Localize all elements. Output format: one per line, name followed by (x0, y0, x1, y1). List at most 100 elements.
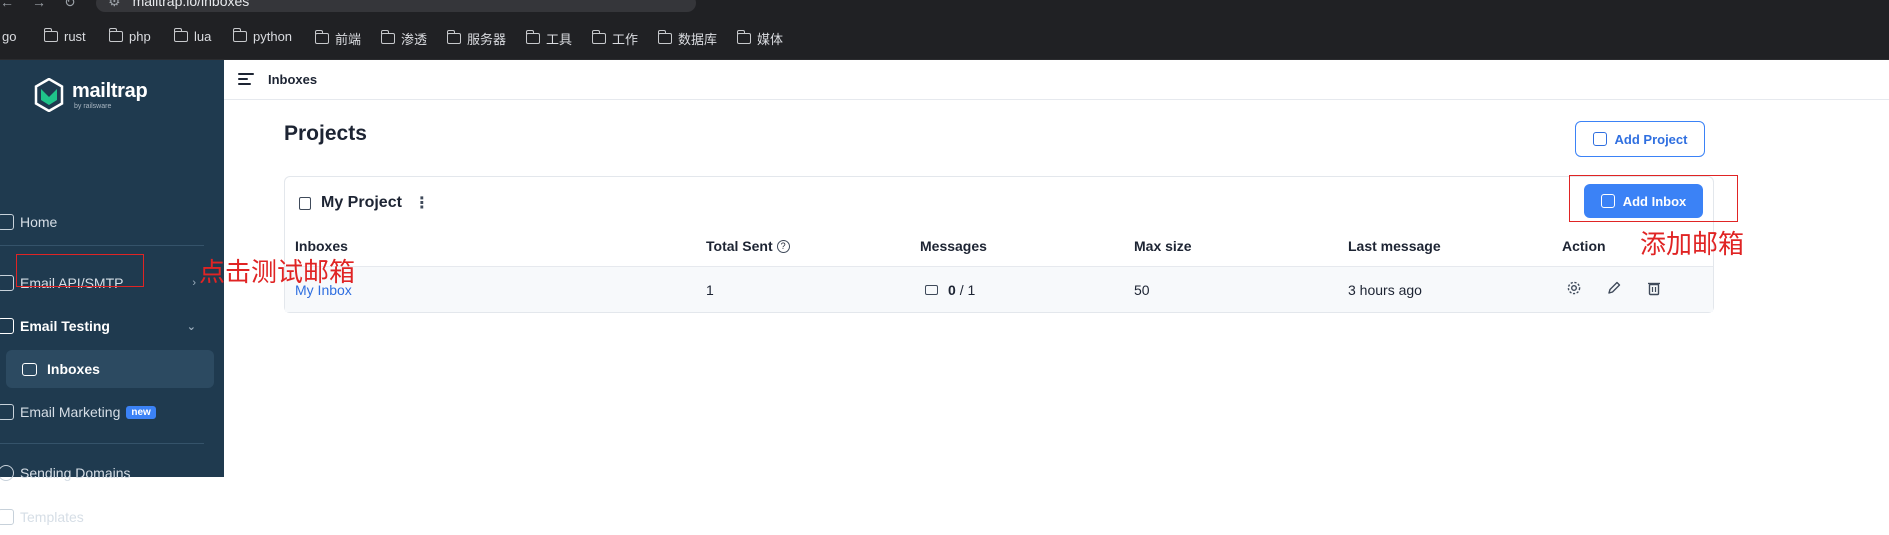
sidebar-item-label: Email Marketing (20, 404, 121, 420)
top-header: Inboxes (224, 60, 1889, 100)
send-icon (0, 275, 14, 291)
project-name: My Project (321, 194, 402, 211)
reload-icon[interactable]: ↻ (64, 0, 76, 11)
edit-pencil-icon[interactable] (1606, 280, 1622, 296)
settings-gear-icon[interactable] (1566, 280, 1582, 296)
bookmark-label: php (129, 29, 151, 44)
inbox-icon (22, 362, 37, 376)
more-options-icon[interactable]: ⋮ (414, 193, 430, 213)
bookmark-label: 数据库 (678, 32, 718, 47)
messages-unread: 0 (948, 282, 956, 298)
folder-icon (43, 28, 58, 42)
new-badge: new (126, 405, 156, 419)
sidebar-item-email-marketing[interactable]: Email Marketing new (0, 394, 214, 430)
table-row (285, 266, 1713, 312)
folder-icon (380, 30, 395, 44)
bookmark-go[interactable]: go (2, 29, 16, 44)
column-header-action: Action (1562, 238, 1606, 254)
bookmark-tools[interactable]: 工具 (525, 29, 573, 48)
page-title: Projects (284, 122, 367, 145)
column-header-label: Total Sent (706, 238, 773, 254)
bookmarks-bar: go rust php lua python 前端 渗透 服务器 工具 工作 数… (0, 14, 1889, 60)
column-header-last-message: Last message (1348, 238, 1441, 254)
messages-total: / 1 (959, 282, 976, 298)
bookmark-python[interactable]: python (232, 28, 293, 44)
browser-nav: ← → ↻ (0, 0, 94, 11)
brand-subtitle: by railsware (74, 102, 112, 110)
folder-icon (314, 30, 329, 44)
bookmark-pentest[interactable]: 渗透 (380, 29, 428, 48)
bookmark-work[interactable]: 工作 (591, 29, 639, 48)
brand-name: mailtrap (72, 79, 148, 102)
mailtrap-logo-icon (34, 78, 64, 112)
back-icon[interactable]: ← (0, 0, 14, 10)
home-icon (0, 214, 14, 230)
project-header: My Project ⋮ (299, 193, 430, 213)
folder-icon (525, 30, 540, 44)
browser-toolbar: ← → ↻ ⚙ mailtrap.io/inboxes (0, 0, 1889, 14)
folder-icon (591, 30, 606, 44)
sidebar-item-label: Templates (20, 509, 84, 525)
sidebar-item-home[interactable]: Home (0, 204, 214, 240)
sidebar-divider (0, 245, 204, 246)
bookmark-label: go (2, 29, 17, 44)
breadcrumb: Inboxes (268, 72, 318, 87)
bookmark-lua[interactable]: lua (173, 28, 212, 44)
building-icon (299, 196, 311, 210)
sidebar-item-label: Email Testing (20, 318, 110, 334)
bookmark-frontend[interactable]: 前端 (314, 29, 362, 48)
template-icon (0, 509, 14, 525)
annotation-box-add-inbox (1569, 175, 1738, 222)
bookmark-rust[interactable]: rust (43, 28, 86, 44)
forward-icon[interactable]: → (32, 0, 46, 10)
chevron-down-icon: ⌄ (186, 320, 196, 333)
bookmark-label: python (253, 29, 293, 44)
bookmark-label: 渗透 (401, 32, 428, 47)
bookmark-label: 媒体 (757, 32, 784, 47)
address-text: mailtrap.io/inboxes (132, 0, 250, 9)
annotation-click-testing: 点击测试邮箱 (199, 258, 356, 288)
folder-icon (446, 30, 461, 44)
sidebar-item-inboxes[interactable]: Inboxes (6, 350, 214, 388)
add-project-button[interactable]: Add Project (1575, 121, 1705, 157)
bookmark-database[interactable]: 数据库 (657, 29, 718, 48)
bookmark-server[interactable]: 服务器 (446, 29, 507, 48)
bookmark-label: 工作 (612, 32, 639, 47)
folder-icon (736, 30, 751, 44)
add-project-icon (1592, 132, 1607, 146)
column-header-messages: Messages (920, 238, 987, 254)
sidebar-item-label: Sending Domains (20, 465, 131, 481)
column-header-total-sent: Total Sent? (706, 238, 790, 254)
folder-icon (108, 28, 123, 42)
sidebar-divider (0, 443, 204, 444)
last-message-value: 3 hours ago (1348, 282, 1422, 298)
add-project-label: Add Project (1614, 131, 1688, 147)
folder-icon (232, 28, 247, 42)
bookmark-label: 服务器 (467, 32, 507, 47)
annotation-box-email-testing (16, 254, 144, 287)
folder-icon (173, 28, 188, 42)
messages-value: 0 / 1 (925, 282, 975, 298)
help-icon[interactable]: ? (776, 240, 790, 253)
testing-icon (0, 318, 14, 334)
site-info-icon[interactable]: ⚙ (108, 0, 121, 9)
menu-toggle-icon[interactable] (238, 73, 254, 85)
sidebar-item-email-testing[interactable]: Email Testing ⌄ (0, 308, 214, 344)
trash-icon[interactable] (1646, 280, 1662, 296)
globe-icon (0, 465, 14, 481)
address-bar[interactable]: ⚙ mailtrap.io/inboxes (96, 0, 696, 12)
chevron-right-icon: › (192, 277, 196, 289)
column-header-max-size: Max size (1134, 238, 1192, 254)
bookmark-php[interactable]: php (108, 28, 151, 44)
bookmark-label: 工具 (546, 32, 573, 47)
bookmark-media[interactable]: 媒体 (736, 29, 784, 48)
sidebar-item-sending-domains[interactable]: Sending Domains (0, 455, 214, 491)
sidebar-item-templates[interactable]: Templates (0, 499, 214, 535)
bookmark-label: rust (64, 29, 86, 44)
annotation-add-inbox: 添加邮箱 (1640, 230, 1745, 260)
brand-logo[interactable]: mailtrap by railsware (34, 78, 148, 112)
sparkle-icon (0, 404, 14, 420)
bookmark-label: lua (194, 29, 212, 44)
max-size-value: 50 (1134, 282, 1150, 298)
bookmark-label: 前端 (335, 32, 362, 47)
